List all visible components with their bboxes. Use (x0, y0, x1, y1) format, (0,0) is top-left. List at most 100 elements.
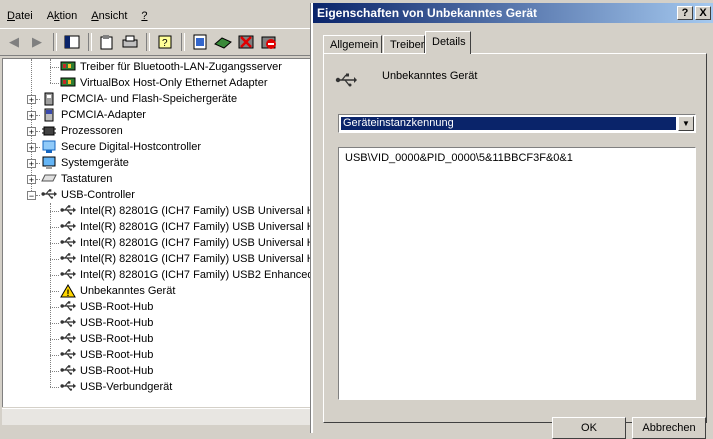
usb-icon (41, 188, 57, 202)
toolbar-separator (88, 33, 92, 51)
printer-icon[interactable] (120, 32, 140, 52)
tree-item-label: Unbekanntes Gerät (80, 285, 176, 297)
property-select[interactable]: Geräteinstanzkennung ▼ (338, 114, 696, 133)
tab-details[interactable]: Details (425, 31, 471, 54)
tree-item-label: Tastaturen (61, 173, 113, 185)
disable-device-icon[interactable] (259, 32, 279, 52)
uninstall-icon[interactable] (236, 32, 256, 52)
forward-arrow-icon[interactable]: ▶ (27, 32, 47, 52)
tree-item[interactable]: + PCMCIA-Adapter (3, 107, 311, 123)
tab-treiber[interactable]: Treiber (383, 35, 425, 53)
tree-item-label: Intel(R) 82801G (ICH7 Family) USB Univer… (80, 221, 313, 233)
dialog-title: Eigenschaften von Unbekanntes Gerät (317, 6, 538, 20)
toolbar: ◀ ▶ ? (0, 28, 310, 56)
menu-ansicht[interactable]: Ansicht (84, 10, 134, 22)
pcmcia-icon (41, 108, 57, 122)
console-tree-icon[interactable] (62, 32, 82, 52)
horizontal-scrollbar[interactable] (2, 408, 312, 425)
usb-icon (60, 268, 76, 282)
tab-allgemein[interactable]: Allgemein (323, 35, 382, 53)
tree-item-label: USB-Controller (61, 189, 135, 201)
close-button[interactable]: X (695, 6, 711, 20)
tree-item-label: USB-Verbundgerät (80, 381, 173, 393)
expand-icon[interactable]: + (27, 95, 36, 105)
menu-help[interactable]: ? (134, 10, 154, 22)
usb-icon (60, 252, 76, 266)
property-select-value: Geräteinstanzkennung (341, 117, 676, 130)
tree-guide-line (50, 83, 59, 84)
help-icon[interactable]: ? (155, 32, 175, 52)
tree-item[interactable]: Intel(R) 82801G (ICH7 Family) USB Univer… (3, 251, 313, 267)
usb-icon (60, 300, 76, 314)
chevron-down-icon[interactable]: ▼ (678, 116, 694, 131)
tree-item[interactable]: + Systemgeräte (3, 155, 311, 171)
tree-item[interactable]: Intel(R) 82801G (ICH7 Family) USB2 Enhan… (3, 267, 313, 283)
tree-item[interactable]: VirtualBox Host-Only Ethernet Adapter (3, 75, 311, 91)
properties-icon[interactable] (97, 32, 117, 52)
tree-guide-line (36, 131, 40, 132)
tree-guide-line (50, 259, 59, 260)
dialog-titlebar[interactable]: Eigenschaften von Unbekanntes Gerät ? X (313, 3, 713, 23)
help-button[interactable]: ? (677, 6, 693, 20)
tree-item[interactable]: + Secure Digital-Hostcontroller (3, 139, 311, 155)
list-item[interactable]: USB\VID_0000&PID_0000\5&11BBCF3F&0&1 (345, 152, 573, 164)
svg-text:!: ! (67, 288, 70, 298)
update-driver-icon[interactable] (213, 32, 233, 52)
expand-icon[interactable]: + (27, 159, 36, 169)
tree-item-label: USB-Root-Hub (80, 301, 154, 313)
tree-item-label: Intel(R) 82801G (ICH7 Family) USB Univer… (80, 205, 313, 217)
tree-item[interactable]: Intel(R) 82801G (ICH7 Family) USB Univer… (3, 219, 313, 235)
tree-item[interactable]: + Tastaturen (3, 171, 311, 187)
tree-item[interactable]: + Prozessoren (3, 123, 311, 139)
device-name-label: Unbekanntes Gerät (382, 70, 478, 82)
tree-item[interactable]: USB-Root-Hub (3, 363, 311, 379)
back-arrow-icon[interactable]: ◀ (4, 32, 24, 52)
expand-icon[interactable]: + (27, 175, 36, 185)
tree-item-label: Systemgeräte (61, 157, 129, 169)
tree-item[interactable]: USB-Root-Hub (3, 347, 311, 363)
ok-button[interactable]: OK (552, 417, 626, 439)
tree-item-label: USB-Root-Hub (80, 317, 154, 329)
tree-guide-line (50, 323, 59, 324)
tree-guide-line (50, 339, 59, 340)
tree-guide-line (50, 307, 59, 308)
tree-guide-line (36, 115, 40, 116)
tree-item[interactable]: Intel(R) 82801G (ICH7 Family) USB Univer… (3, 235, 313, 251)
property-values-list[interactable]: USB\VID_0000&PID_0000\5&11BBCF3F&0&1 (338, 147, 696, 400)
expand-icon[interactable]: + (27, 111, 36, 121)
tree-guide-line (50, 387, 59, 388)
tree-item[interactable]: USB-Root-Hub (3, 331, 311, 347)
collapse-icon[interactable]: − (27, 191, 36, 201)
expand-icon[interactable]: + (27, 143, 36, 153)
tree-item[interactable]: Treiber für Bluetooth-LAN-Zugangsserver (3, 59, 311, 75)
tree-item-label: PCMCIA- und Flash-Speichergeräte (61, 93, 238, 105)
tree-guide-line (36, 147, 40, 148)
usb-icon (60, 236, 76, 250)
tree-item[interactable]: + PCMCIA- und Flash-Speichergeräte (3, 91, 311, 107)
expand-icon[interactable]: + (27, 127, 36, 137)
menu-aktion[interactable]: Aktion (40, 10, 85, 22)
sd-card-icon (41, 140, 57, 154)
cpu-icon (41, 124, 57, 138)
computer-icon (41, 156, 57, 170)
tree-item-label: VirtualBox Host-Only Ethernet Adapter (80, 77, 268, 89)
tree-guide-line (50, 67, 59, 68)
drive-icon (41, 92, 57, 106)
tree-item[interactable]: USB-Root-Hub (3, 315, 311, 331)
usb-icon (60, 364, 76, 378)
cancel-button[interactable]: Abbrechen (632, 417, 706, 439)
menu-datei[interactable]: Datei (0, 10, 40, 22)
network-card-icon (60, 76, 76, 90)
tree-item[interactable]: USB-Root-Hub (3, 299, 311, 315)
scan-hardware-icon[interactable] (190, 32, 210, 52)
tree-item[interactable]: − USB-Controller (3, 187, 311, 203)
tree-item[interactable]: USB-Verbundgerät (3, 379, 311, 395)
tree-item[interactable]: Intel(R) 82801G (ICH7 Family) USB Univer… (3, 203, 313, 219)
usb-icon (60, 220, 76, 234)
svg-text:?: ? (162, 38, 168, 49)
tree-item-label: Secure Digital-Hostcontroller (61, 141, 201, 153)
device-tree[interactable]: Treiber für Bluetooth-LAN-Zugangsserver V… (2, 58, 313, 407)
tree-item[interactable]: ! Unbekanntes Gerät (3, 283, 311, 299)
tree-item-label: Treiber für Bluetooth-LAN-Zugangsserver (80, 61, 282, 73)
warning-icon: ! (60, 284, 76, 298)
